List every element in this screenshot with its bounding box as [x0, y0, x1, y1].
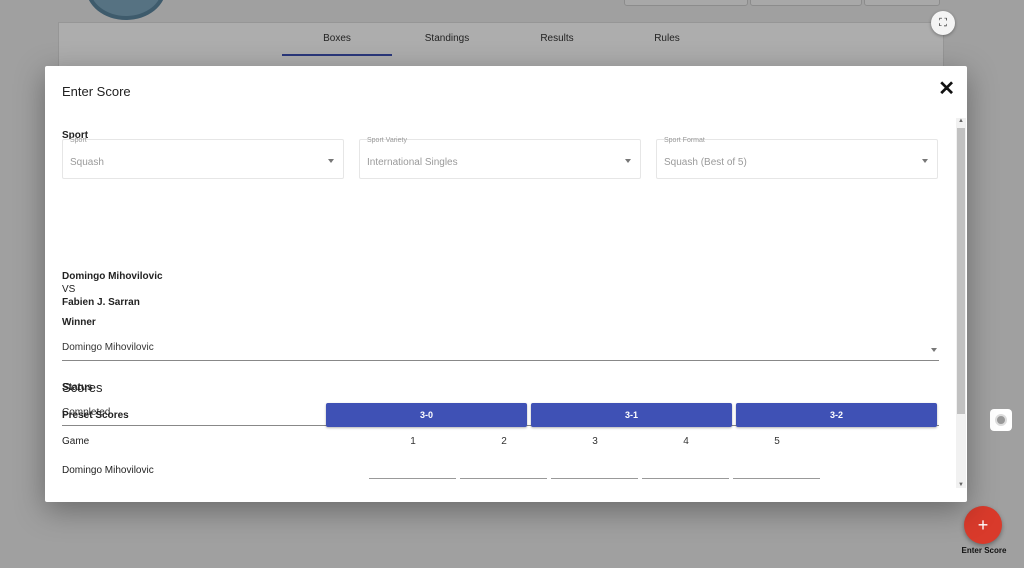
- game-number: 4: [683, 436, 689, 447]
- format-select-value: Squash (Best of 5): [664, 157, 747, 168]
- side-toggle-icon[interactable]: [990, 409, 1012, 431]
- player-one-name: Domingo Mihovilovic: [62, 271, 163, 282]
- sport-format-select[interactable]: Sport Format Squash (Best of 5): [656, 137, 938, 179]
- dialog-title: Enter Score: [62, 84, 131, 99]
- winner-select[interactable]: Domingo Mihovilovic: [62, 340, 939, 361]
- preset-3-2-button[interactable]: 3-2: [736, 403, 937, 427]
- game-number: 5: [774, 436, 780, 447]
- dialog-scrollbar[interactable]: ▲ ▼: [956, 118, 966, 488]
- score-input-game-4[interactable]: [642, 464, 729, 479]
- winner-value: Domingo Mihovilovic: [62, 342, 154, 353]
- close-icon[interactable]: ✕: [938, 76, 955, 101]
- scrollbar-thumb[interactable]: [957, 128, 965, 414]
- scroll-down-icon[interactable]: ▼: [958, 482, 964, 488]
- game-number: 3: [592, 436, 598, 447]
- variety-select-label: Sport Variety: [367, 137, 407, 144]
- score-input-game-3[interactable]: [551, 464, 638, 479]
- sport-select-value: Squash: [70, 157, 104, 168]
- game-number: 2: [501, 436, 507, 447]
- chevron-down-icon: [922, 159, 928, 163]
- fullscreen-icon[interactable]: ⛶: [931, 11, 955, 35]
- score-input-game-1[interactable]: [369, 464, 456, 479]
- chevron-down-icon: [328, 159, 334, 163]
- preset-3-0-button[interactable]: 3-0: [326, 403, 527, 427]
- winner-label: Winner: [62, 317, 96, 328]
- sport-select-label: Sport: [70, 137, 87, 144]
- game-label: Game: [62, 436, 90, 447]
- enter-score-dialog: Enter Score ✕ Sport Sport Squash Sport V…: [45, 66, 967, 502]
- sport-variety-select[interactable]: Sport Variety International Singles: [359, 137, 641, 179]
- enter-score-fab[interactable]: +: [964, 506, 1002, 544]
- score-input-game-5[interactable]: [733, 464, 820, 479]
- format-select-label: Sport Format: [664, 137, 705, 144]
- chevron-down-icon: [931, 348, 937, 352]
- enter-score-fab-label: Enter Score: [961, 546, 1007, 555]
- versus-label: VS: [62, 284, 76, 295]
- preset-3-1-button[interactable]: 3-1: [531, 403, 732, 427]
- preset-scores-label: Preset Scores: [62, 410, 129, 421]
- player-two-name: Fabien J. Sarran: [62, 297, 140, 308]
- score-input-game-2[interactable]: [460, 464, 547, 479]
- sport-select[interactable]: Sport Squash: [62, 137, 344, 179]
- game-number: 1: [410, 436, 416, 447]
- score-row-player: Domingo Mihovilovic: [62, 465, 154, 476]
- variety-select-value: International Singles: [367, 157, 458, 168]
- scroll-up-icon[interactable]: ▲: [958, 118, 964, 124]
- chevron-down-icon: [625, 159, 631, 163]
- scores-heading: Scores: [62, 380, 103, 395]
- dialog-content: Sport Sport Squash Sport Variety Interna…: [45, 118, 967, 490]
